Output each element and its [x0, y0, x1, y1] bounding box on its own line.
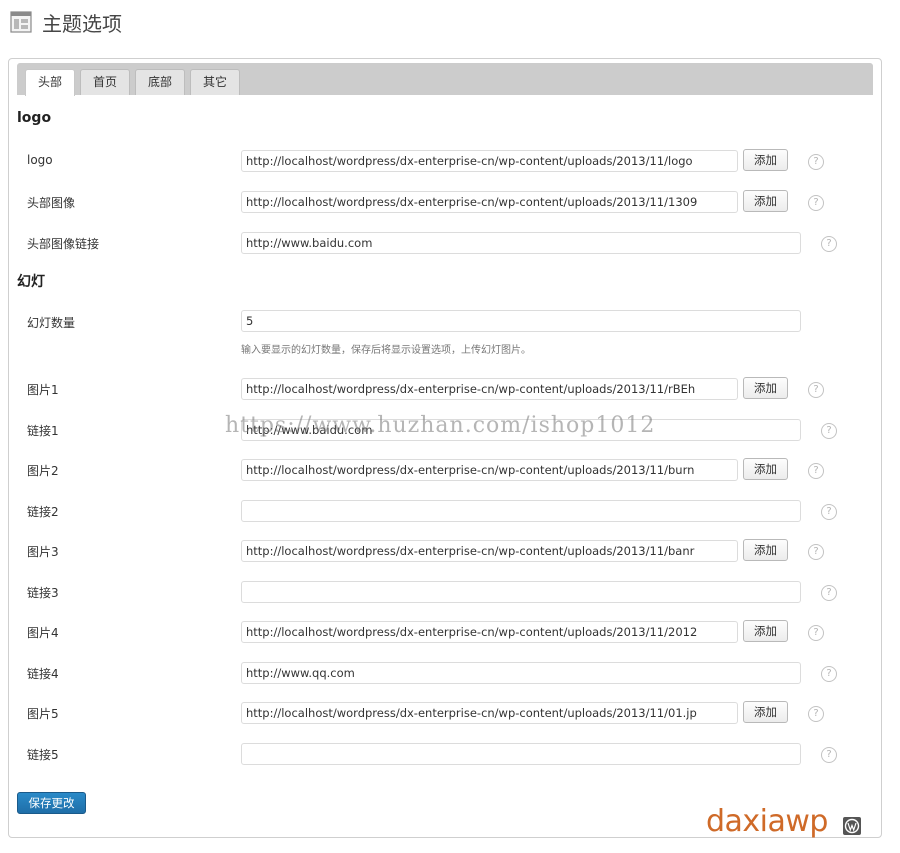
- header-image-add-button[interactable]: 添加: [743, 190, 788, 212]
- label-logo: logo: [27, 153, 53, 167]
- tab-header[interactable]: 头部: [25, 69, 75, 96]
- header-image-link-field[interactable]: http://www.baidu.com: [241, 232, 801, 254]
- link-2-field[interactable]: [241, 500, 801, 522]
- label-link-2: 链接2: [27, 505, 59, 519]
- options-panel: 头部 首页 底部 其它 logo logo http://localhost/w…: [8, 58, 882, 839]
- image-1-add-button[interactable]: 添加: [743, 377, 788, 399]
- image-5-add-button[interactable]: 添加: [743, 701, 788, 723]
- label-image-1: 图片1: [27, 383, 59, 397]
- label-image-5: 图片5: [27, 707, 59, 721]
- help-icon[interactable]: ?: [821, 585, 837, 601]
- help-icon[interactable]: ?: [821, 423, 837, 439]
- tab-other[interactable]: 其它: [190, 69, 240, 95]
- wordpress-icon: [843, 817, 861, 835]
- help-icon[interactable]: ?: [821, 747, 837, 763]
- label-image-4: 图片4: [27, 626, 59, 640]
- help-icon[interactable]: ?: [808, 463, 824, 479]
- tab-home[interactable]: 首页: [80, 69, 130, 95]
- image-1-url-field[interactable]: http://localhost/wordpress/dx-enterprise…: [241, 378, 738, 400]
- label-image-3: 图片3: [27, 545, 59, 559]
- link-1-field[interactable]: http://www.baidu.com: [241, 419, 801, 441]
- help-icon[interactable]: ?: [808, 382, 824, 398]
- image-4-add-button[interactable]: 添加: [743, 620, 788, 642]
- page-title: 主题选项: [42, 11, 122, 36]
- slide-count-field[interactable]: 5: [241, 310, 801, 332]
- tab-footer[interactable]: 底部: [135, 69, 185, 95]
- label-link-5: 链接5: [27, 748, 59, 762]
- help-icon[interactable]: ?: [808, 154, 824, 170]
- layout-icon: [10, 11, 32, 33]
- help-icon[interactable]: ?: [821, 504, 837, 520]
- header-image-url-field[interactable]: http://localhost/wordpress/dx-enterprise…: [241, 191, 738, 213]
- label-link-4: 链接4: [27, 667, 59, 681]
- logo-url-field[interactable]: http://localhost/wordpress/dx-enterprise…: [241, 150, 738, 172]
- image-3-add-button[interactable]: 添加: [743, 539, 788, 561]
- help-icon[interactable]: ?: [808, 195, 824, 211]
- image-2-add-button[interactable]: 添加: [743, 458, 788, 480]
- help-icon[interactable]: ?: [821, 236, 837, 252]
- brand-logo: daxiawp: [706, 804, 828, 839]
- section-title-logo: logo: [17, 110, 52, 126]
- logo-add-button[interactable]: 添加: [743, 149, 788, 171]
- help-icon[interactable]: ?: [821, 666, 837, 682]
- link-3-field[interactable]: [241, 581, 801, 603]
- label-slide-count: 幻灯数量: [27, 316, 76, 330]
- label-header-image-link: 头部图像链接: [27, 237, 100, 251]
- label-header-image: 头部图像: [27, 196, 76, 210]
- save-changes-button[interactable]: 保存更改: [17, 792, 86, 814]
- link-4-field[interactable]: http://www.qq.com: [241, 662, 801, 684]
- label-link-1: 链接1: [27, 424, 59, 438]
- help-icon[interactable]: ?: [808, 544, 824, 560]
- image-4-url-field[interactable]: http://localhost/wordpress/dx-enterprise…: [241, 621, 738, 643]
- image-3-url-field[interactable]: http://localhost/wordpress/dx-enterprise…: [241, 540, 738, 562]
- label-image-2: 图片2: [27, 464, 59, 478]
- section-title-slides: 幻灯: [17, 274, 45, 290]
- label-link-3: 链接3: [27, 586, 59, 600]
- page-header: 主题选项: [10, 8, 122, 36]
- help-icon[interactable]: ?: [808, 625, 824, 641]
- help-icon[interactable]: ?: [808, 706, 824, 722]
- image-2-url-field[interactable]: http://localhost/wordpress/dx-enterprise…: [241, 459, 738, 481]
- slide-count-hint: 输入要显示的幻灯数量，保存后将显示设置选项，上传幻灯图片。: [241, 345, 531, 356]
- image-5-url-field[interactable]: http://localhost/wordpress/dx-enterprise…: [241, 702, 738, 724]
- link-5-field[interactable]: [241, 743, 801, 765]
- tab-bar: 头部 首页 底部 其它: [17, 63, 873, 96]
